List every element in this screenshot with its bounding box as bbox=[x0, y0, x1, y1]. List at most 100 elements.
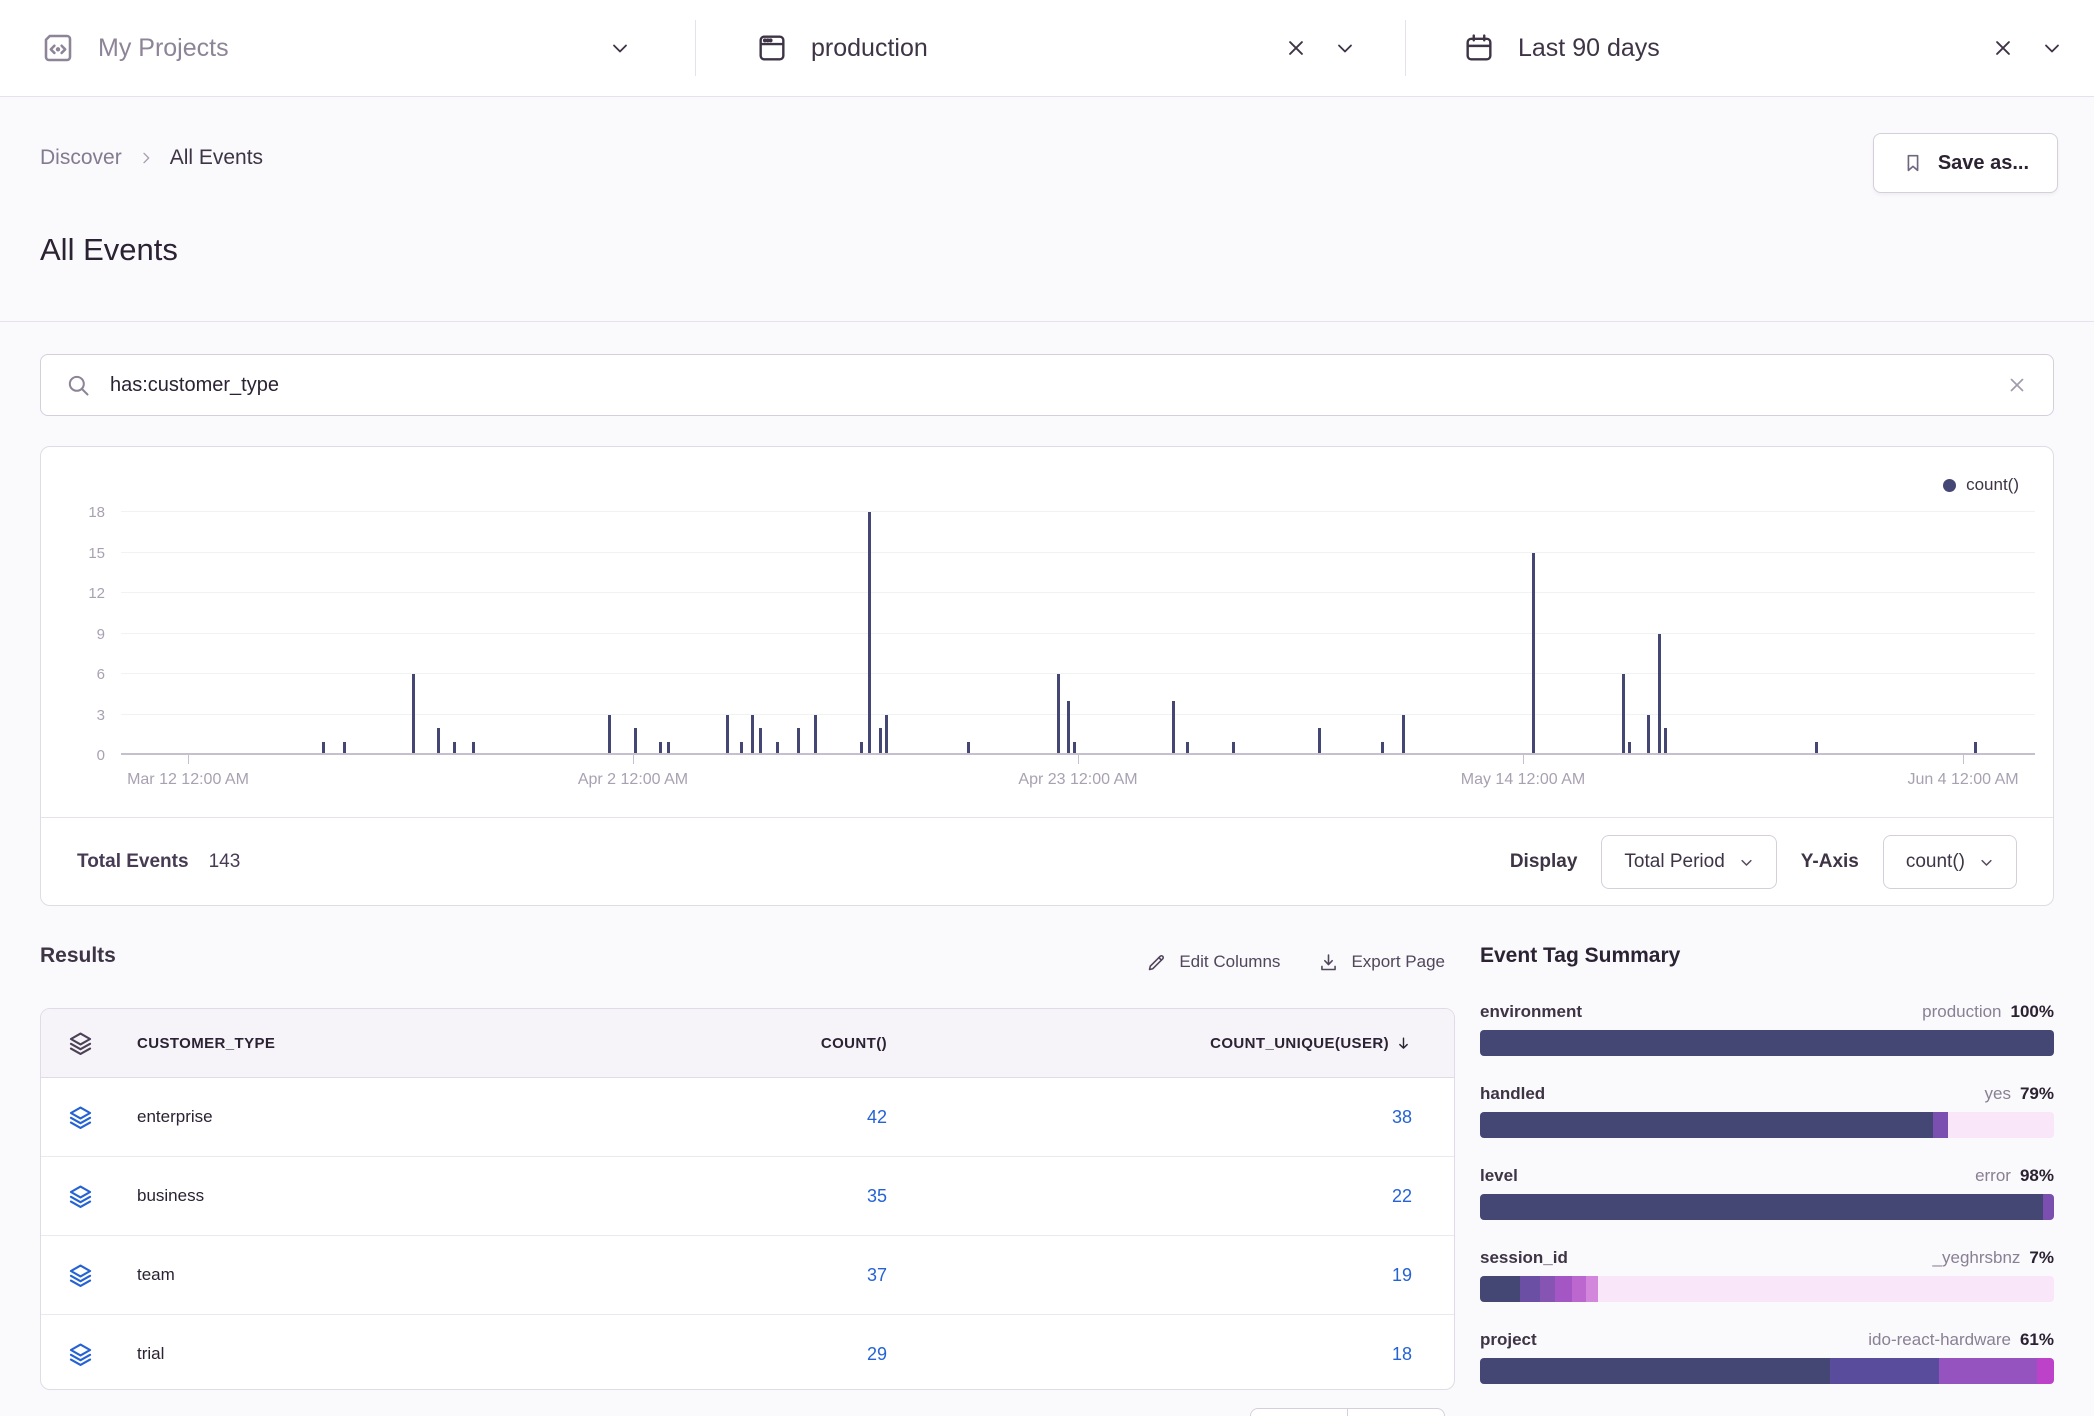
date-range-selector[interactable]: Last 90 days bbox=[1462, 0, 2062, 96]
tag-bar-segment bbox=[1540, 1276, 1554, 1302]
tag-toprow: environmentproduction100% bbox=[1480, 1002, 2054, 1022]
chart-bar bbox=[885, 715, 888, 754]
clear-date-range-icon[interactable] bbox=[1990, 35, 2016, 61]
chart-bar bbox=[879, 728, 882, 753]
column-header-count-unique[interactable]: COUNT_UNIQUE(USER) bbox=[887, 1035, 1412, 1052]
date-range-selector-label: Last 90 days bbox=[1518, 34, 1660, 63]
cell-count-unique[interactable]: 18 bbox=[887, 1344, 1412, 1365]
table-row: trial2918 bbox=[41, 1314, 1454, 1390]
chart-bar bbox=[1172, 701, 1175, 753]
tag-top-value: yes bbox=[1985, 1084, 2011, 1104]
page-title: All Events bbox=[40, 232, 178, 268]
tag-distribution-bar[interactable] bbox=[1480, 1358, 2054, 1384]
tag-distribution-bar[interactable] bbox=[1480, 1030, 2054, 1056]
tag-summary-item: session_id_yeghrsbnz7% bbox=[1480, 1248, 2054, 1302]
events-chart-card: count() 0369121518Mar 12 12:00 AMApr 2 1… bbox=[40, 446, 2054, 906]
event-tag-summary: Event Tag Summary environmentproduction1… bbox=[1480, 944, 2054, 968]
tag-bar-segment bbox=[1572, 1276, 1586, 1302]
chevron-down-icon[interactable] bbox=[2040, 36, 2064, 60]
yaxis-dropdown[interactable]: count() bbox=[1883, 835, 2017, 889]
tag-bar-segment bbox=[2037, 1358, 2054, 1384]
save-as-label: Save as... bbox=[1938, 152, 2029, 175]
cell-count[interactable]: 37 bbox=[597, 1265, 887, 1286]
edit-columns-button[interactable]: Edit Columns bbox=[1146, 952, 1280, 973]
clear-search-icon[interactable] bbox=[2005, 373, 2029, 397]
cell-count-unique[interactable]: 19 bbox=[887, 1265, 1412, 1286]
chart-bar bbox=[453, 742, 456, 754]
x-axis-tick-label: Jun 4 12:00 AM bbox=[1907, 771, 2018, 789]
cell-customer-type[interactable]: team bbox=[137, 1265, 597, 1285]
chart-bar bbox=[1532, 553, 1535, 754]
cell-count[interactable]: 29 bbox=[597, 1344, 887, 1365]
x-axis-tick bbox=[633, 755, 634, 764]
cell-customer-type[interactable]: enterprise bbox=[137, 1107, 597, 1127]
legend-count[interactable]: count() bbox=[1943, 475, 2019, 495]
tag-top-value: error bbox=[1975, 1166, 2011, 1186]
column-header-customer-type[interactable]: CUSTOMER_TYPE bbox=[137, 1035, 597, 1052]
tag-value-wrap: _yeghrsbnz7% bbox=[1933, 1248, 2054, 1268]
stack-icon bbox=[67, 1341, 137, 1368]
chart-bar bbox=[1815, 742, 1818, 754]
x-axis-tick bbox=[1078, 755, 1079, 764]
chart-bar bbox=[1664, 728, 1667, 753]
cell-count[interactable]: 42 bbox=[597, 1107, 887, 1128]
table-header-row: CUSTOMER_TYPE COUNT() COUNT_UNIQUE(USER) bbox=[41, 1009, 1454, 1078]
chevron-down-icon bbox=[1979, 855, 1994, 870]
chart-bar bbox=[472, 742, 475, 754]
tag-name: handled bbox=[1480, 1084, 1545, 1104]
sort-descending-icon bbox=[1395, 1035, 1412, 1052]
project-icon bbox=[40, 30, 76, 66]
tag-distribution-bar[interactable] bbox=[1480, 1112, 2054, 1138]
tag-name: environment bbox=[1480, 1002, 1582, 1022]
environment-selector[interactable]: production bbox=[755, 0, 1355, 96]
export-page-button[interactable]: Export Page bbox=[1318, 952, 1445, 973]
chart-bar bbox=[1381, 742, 1384, 754]
tag-top-percent: 98% bbox=[2020, 1166, 2054, 1186]
chart-bar bbox=[1628, 742, 1631, 754]
calendar-icon bbox=[1462, 31, 1496, 65]
column-header-count[interactable]: COUNT() bbox=[597, 1035, 887, 1052]
cell-count[interactable]: 35 bbox=[597, 1186, 887, 1207]
save-as-button[interactable]: Save as... bbox=[1873, 133, 2058, 193]
total-events-label: Total Events bbox=[77, 851, 189, 873]
chevron-down-icon[interactable] bbox=[608, 36, 632, 60]
chart-footer: Total Events 143 Display Total Period Y-… bbox=[41, 817, 2053, 906]
chart-bar bbox=[726, 715, 729, 754]
chart-bar bbox=[751, 715, 754, 754]
clear-environment-icon[interactable] bbox=[1283, 35, 1309, 61]
breadcrumb-discover-link[interactable]: Discover bbox=[40, 146, 122, 170]
project-selector[interactable]: My Projects bbox=[40, 0, 632, 96]
table-row: team3719 bbox=[41, 1235, 1454, 1314]
chart-bar bbox=[1974, 742, 1977, 754]
previous-page-button[interactable] bbox=[1250, 1408, 1348, 1416]
next-page-button[interactable] bbox=[1347, 1408, 1445, 1416]
chart-bar bbox=[967, 742, 970, 754]
chart-bar bbox=[659, 742, 662, 754]
y-axis-tick-label: 6 bbox=[43, 666, 105, 683]
stack-icon bbox=[67, 1262, 137, 1289]
window-icon bbox=[755, 31, 789, 65]
cell-count-unique[interactable]: 22 bbox=[887, 1186, 1412, 1207]
tag-top-value: _yeghrsbnz bbox=[1933, 1248, 2021, 1268]
y-axis-tick-label: 12 bbox=[43, 585, 105, 602]
yaxis-dropdown-value: count() bbox=[1906, 851, 1965, 873]
tag-distribution-bar[interactable] bbox=[1480, 1276, 2054, 1302]
cell-count-unique[interactable]: 38 bbox=[887, 1107, 1412, 1128]
chart-bar bbox=[740, 742, 743, 754]
cell-customer-type[interactable]: business bbox=[137, 1186, 597, 1206]
cell-customer-type[interactable]: trial bbox=[137, 1344, 597, 1364]
breadcrumb-current: All Events bbox=[170, 146, 263, 170]
tag-distribution-bar[interactable] bbox=[1480, 1194, 2054, 1220]
chevron-down-icon[interactable] bbox=[1333, 36, 1357, 60]
chart-bar bbox=[1057, 674, 1060, 753]
table-row: business3522 bbox=[41, 1156, 1454, 1235]
x-axis-tick-label: Apr 23 12:00 AM bbox=[1018, 771, 1137, 789]
y-gridline bbox=[121, 673, 2035, 674]
chart-bar bbox=[634, 728, 637, 753]
search-input[interactable]: has:customer_type bbox=[40, 354, 2054, 416]
results-table: CUSTOMER_TYPE COUNT() COUNT_UNIQUE(USER)… bbox=[40, 1008, 1455, 1390]
search-icon bbox=[65, 372, 92, 399]
y-axis-tick-label: 0 bbox=[43, 747, 105, 764]
display-dropdown[interactable]: Total Period bbox=[1601, 835, 1776, 889]
tag-top-value: production bbox=[1922, 1002, 2001, 1022]
